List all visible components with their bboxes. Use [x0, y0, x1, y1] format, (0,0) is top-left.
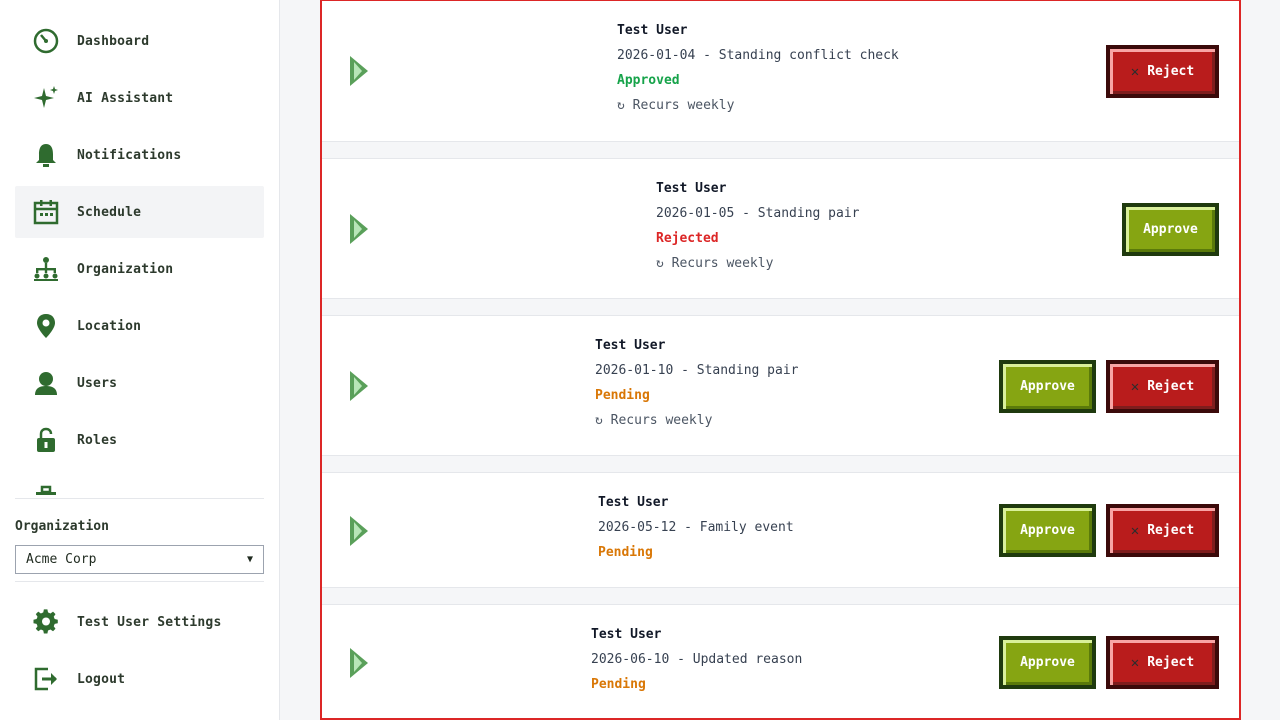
close-icon: ✕ [1130, 378, 1140, 395]
play-icon[interactable] [348, 514, 370, 548]
request-card: Test User 2026-01-10 - Standing pair Pen… [322, 315, 1239, 456]
reject-button[interactable]: ✕ Reject [1106, 45, 1219, 98]
request-date-reason: 2026-06-10 - Updated reason [591, 652, 803, 667]
sidebar-item-notifications[interactable]: Notifications [15, 129, 264, 181]
request-user: Test User [598, 495, 669, 510]
status-badge: Pending [598, 545, 653, 560]
status-badge: Rejected [656, 231, 719, 246]
close-icon: ✕ [1130, 654, 1140, 671]
request-info: Test User 2026-01-05 - Standing pair Rej… [656, 181, 860, 281]
sidebar-item-organization[interactable]: Organization [15, 243, 264, 295]
play-icon[interactable] [348, 369, 370, 403]
request-card: Test User 2026-05-12 - Family event Pend… [322, 472, 1239, 588]
request-info: Test User 2026-01-10 - Standing pair Pen… [595, 338, 799, 438]
play-icon[interactable] [348, 212, 370, 246]
approve-label: Approve [1020, 655, 1075, 670]
calendar-icon [30, 196, 62, 228]
lock-icon [30, 424, 62, 456]
sidebar-item-settings[interactable]: Test User Settings [15, 596, 264, 648]
request-list: Test User 2026-01-04 - Standing conflict… [320, 0, 1241, 720]
sidebar: Dashboard AI Assistant Notifications Sch… [0, 0, 280, 720]
sidebar-item-users[interactable]: Users [15, 357, 264, 409]
request-user: Test User [617, 23, 688, 38]
gear-icon [30, 606, 62, 638]
close-icon: ✕ [1130, 63, 1140, 80]
sidebar-item-roles[interactable]: Roles [15, 414, 264, 466]
recurrence-label: ↻ Recurs weekly [595, 413, 713, 428]
sidebar-item-label: Test User Settings [77, 614, 222, 630]
status-badge: Pending [591, 677, 646, 692]
dashboard-icon [30, 25, 62, 57]
sidebar-item-label: Roles [77, 432, 118, 448]
reject-button[interactable]: ✕ Reject [1106, 360, 1219, 413]
reject-label: Reject [1147, 655, 1195, 670]
approve-button[interactable]: Approve [999, 360, 1096, 413]
play-icon[interactable] [348, 54, 370, 88]
recurrence-label: ↻ Recurs weekly [617, 98, 735, 113]
sidebar-item-label: Users [77, 375, 118, 391]
sidebar-item-label: AI Assistant [77, 90, 174, 106]
org-select-value: Acme Corp [26, 552, 97, 567]
sidebar-divider [15, 498, 264, 499]
approve-label: Approve [1020, 523, 1075, 538]
sidebar-item-schedule[interactable]: Schedule [15, 186, 264, 238]
sidebar-item-label: Location [77, 318, 142, 334]
reject-label: Reject [1147, 379, 1195, 394]
org-label: Organization [15, 519, 109, 534]
briefcase-icon [30, 481, 62, 495]
org-chart-icon [30, 253, 62, 285]
request-card: Test User 2026-01-04 - Standing conflict… [322, 1, 1239, 142]
close-icon: ✕ [1130, 522, 1140, 539]
approve-button[interactable]: Approve [999, 636, 1096, 689]
request-card: Test User 2026-06-10 - Updated reason Pe… [322, 604, 1239, 718]
sidebar-item-dashboard[interactable]: Dashboard [15, 15, 264, 67]
sidebar-item-label: Notifications [77, 147, 182, 163]
sidebar-nav: Dashboard AI Assistant Notifications Sch… [15, 15, 264, 495]
reject-button[interactable]: ✕ Reject [1106, 504, 1219, 557]
logout-icon [30, 663, 62, 695]
sparkle-icon [30, 82, 62, 114]
sidebar-item-label: Schedule [77, 204, 142, 220]
request-date-reason: 2026-01-05 - Standing pair [656, 206, 860, 221]
sidebar-divider [15, 581, 264, 582]
request-date-reason: 2026-01-04 - Standing conflict check [617, 48, 899, 63]
request-user: Test User [595, 338, 666, 353]
request-user: Test User [591, 627, 662, 642]
user-icon [30, 367, 62, 399]
approve-button[interactable]: Approve [999, 504, 1096, 557]
request-user: Test User [656, 181, 727, 196]
request-info: Test User 2026-01-04 - Standing conflict… [617, 23, 899, 123]
request-card: Test User 2026-01-05 - Standing pair Rej… [322, 158, 1239, 299]
sidebar-item-partial[interactable] [15, 471, 264, 495]
chevron-down-icon: ▼ [246, 554, 253, 565]
sidebar-item-label: Organization [77, 261, 174, 277]
request-info: Test User 2026-06-10 - Updated reason Pe… [591, 627, 802, 702]
sidebar-item-logout[interactable]: Logout [15, 653, 264, 705]
play-icon[interactable] [348, 646, 370, 680]
request-info: Test User 2026-05-12 - Family event Pend… [598, 495, 794, 570]
status-badge: Approved [617, 73, 680, 88]
sidebar-bottom-nav: Test User Settings Logout [15, 596, 264, 710]
reject-label: Reject [1147, 523, 1195, 538]
request-date-reason: 2026-05-12 - Family event [598, 520, 794, 535]
approve-label: Approve [1020, 379, 1075, 394]
status-badge: Pending [595, 388, 650, 403]
approve-label: Approve [1143, 222, 1198, 237]
approve-button[interactable]: Approve [1122, 203, 1219, 256]
sidebar-item-label: Logout [77, 671, 126, 687]
reject-button[interactable]: ✕ Reject [1106, 636, 1219, 689]
org-select[interactable]: Acme Corp ▼ [15, 545, 264, 574]
recurrence-label: ↻ Recurs weekly [656, 256, 774, 271]
sidebar-item-label: Dashboard [77, 33, 150, 49]
sidebar-item-location[interactable]: Location [15, 300, 264, 352]
sidebar-item-ai-assistant[interactable]: AI Assistant [15, 72, 264, 124]
bell-icon [30, 139, 62, 171]
reject-label: Reject [1147, 64, 1195, 79]
map-pin-icon [30, 310, 62, 342]
request-date-reason: 2026-01-10 - Standing pair [595, 363, 799, 378]
